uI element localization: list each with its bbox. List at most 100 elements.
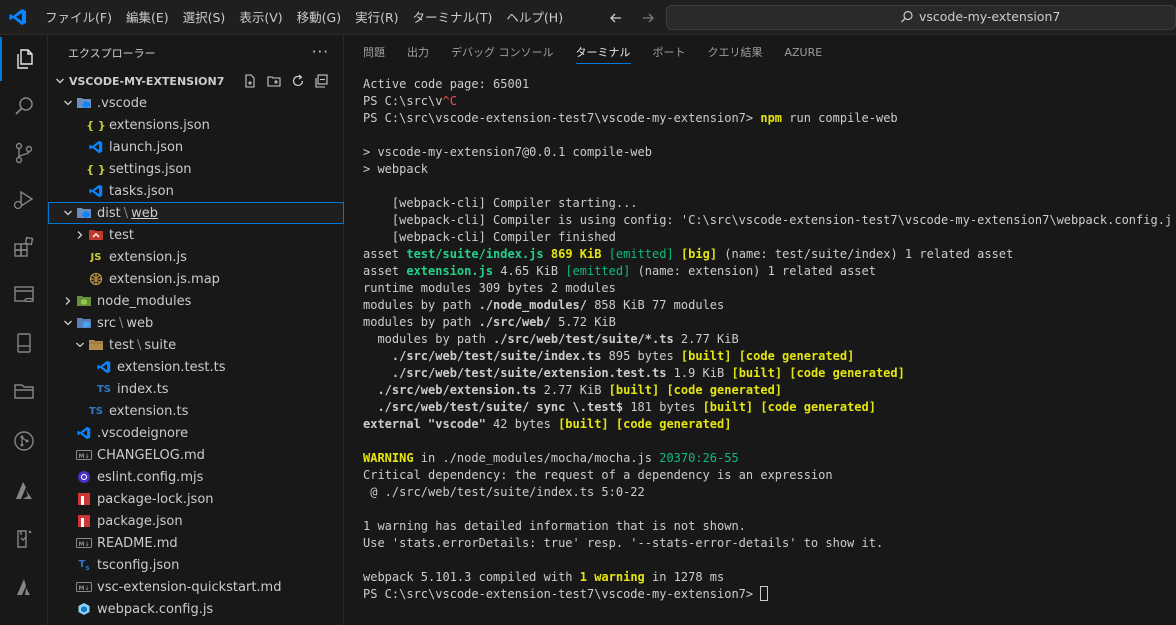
tree-item[interactable]: extension.test.ts [48, 356, 344, 378]
tree-item[interactable]: M↓ vsc-extension-quickstart.md [48, 576, 344, 598]
remote-explorer-icon[interactable] [0, 273, 48, 317]
terminal-line: modules by path ./node_modules/ 858 KiB … [363, 297, 1171, 314]
tree-item[interactable]: TS index.ts [48, 378, 344, 400]
tree-item[interactable]: JS extension.js [48, 246, 344, 268]
tree-item[interactable]: test [48, 224, 344, 246]
azure-ai-icon[interactable] [0, 565, 48, 609]
terminal-line: ./src/web/extension.ts 2.77 KiB [built] … [363, 382, 1171, 399]
new-file-icon[interactable] [242, 73, 258, 89]
terminal-line: webpack 5.101.3 compiled with 1 warning … [363, 569, 1171, 586]
tree-item[interactable]: package-lock.json [48, 488, 344, 510]
chevron-right-icon[interactable] [60, 293, 76, 309]
tree-item[interactable]: webpack.config.js [48, 598, 344, 620]
explorer-icon[interactable] [0, 37, 48, 81]
extensions-icon[interactable] [0, 225, 48, 269]
menu-item[interactable]: ヘルプ(H) [499, 0, 570, 35]
panel-tab[interactable]: 問題 [352, 35, 396, 70]
chevron-down-icon[interactable] [72, 337, 88, 353]
menu-item[interactable]: 表示(V) [232, 0, 289, 35]
chevron-right-icon[interactable] [72, 227, 88, 243]
workspace-name: VSCODE-MY-EXTENSION7 [69, 74, 225, 88]
azure-icon[interactable] [0, 469, 48, 513]
webpack-icon [76, 601, 92, 617]
folder-src-icon [76, 315, 92, 331]
terminal-text: 1.9 KiB [666, 366, 732, 380]
search-icon [901, 10, 913, 22]
terminal-text: 2.77 KiB [673, 332, 739, 346]
tree-item[interactable]: launch.json [48, 136, 344, 158]
tree-item[interactable]: dist \ web [48, 202, 344, 224]
workspace-section-header[interactable]: VSCODE-MY-EXTENSION7 [48, 70, 344, 92]
test-icon[interactable] [0, 517, 48, 561]
tree-item[interactable]: package.json [48, 510, 344, 532]
terminal-line: 1 warning has detailed information that … [363, 518, 1171, 535]
folder-test-icon [88, 227, 104, 243]
md-icon: M↓ [76, 579, 92, 595]
terminal-output[interactable]: Active code page: 65001 PS C:\src\v^C PS C… [363, 76, 1171, 603]
panel-tab[interactable]: デバッグ コンソール [440, 35, 565, 70]
collapse-all-icon[interactable] [314, 73, 330, 89]
navigation-arrows [606, 8, 658, 28]
menu-item[interactable]: 選択(S) [176, 0, 233, 35]
terminal-line: modules by path ./src/web/ 5.72 KiB [363, 314, 1171, 331]
tree-item-label-sub: web [126, 315, 154, 331]
panel-tab[interactable]: 出力 [396, 35, 440, 70]
forward-arrow-icon[interactable] [638, 8, 658, 28]
tree-item[interactable]: test \ suite [48, 334, 344, 356]
menu-item[interactable]: 実行(R) [348, 0, 405, 35]
terminal-line: @ ./src/web/test/suite/index.ts 5:0-22 [363, 484, 1171, 501]
run-debug-icon[interactable] [0, 178, 48, 222]
tree-item[interactable]: M↓ CHANGELOG.md [48, 444, 344, 466]
menu-item[interactable]: ターミナル(T) [406, 0, 500, 35]
tree-item[interactable]: src \ web [48, 312, 344, 334]
tree-item-label: launch.json [109, 139, 184, 155]
menu-item[interactable]: ファイル(F) [38, 0, 119, 35]
chevron-down-icon[interactable] [60, 315, 76, 331]
tree-item[interactable]: .vscodeignore [48, 422, 344, 444]
tree-item[interactable]: M↓ README.md [48, 532, 344, 554]
tree-item-label: extension.ts [109, 403, 189, 419]
panel-tab[interactable]: ターミナル [565, 35, 642, 70]
tree-item[interactable]: { } extensions.json [48, 114, 344, 136]
more-actions-icon[interactable]: ··· [312, 43, 329, 61]
tree-item-label: webpack.config.js [97, 601, 214, 617]
panel-tab[interactable]: クエリ結果 [697, 35, 774, 70]
chevron-down-icon[interactable] [60, 95, 76, 111]
folder-icon[interactable] [0, 369, 48, 413]
source-control-icon[interactable] [0, 131, 48, 175]
chevron-down-icon[interactable] [60, 205, 76, 221]
tree-item[interactable]: node_modules [48, 290, 344, 312]
tree-item[interactable]: .vscode [48, 92, 344, 114]
terminal-text: 858 KiB 77 modules [586, 298, 725, 312]
tree-item[interactable]: eslint.config.mjs [48, 466, 344, 488]
search-icon[interactable] [0, 84, 48, 128]
tree-item[interactable]: TS extension.ts [48, 400, 344, 422]
terminal-line: asset test/suite/index.js 869 KiB [emitt… [363, 246, 1171, 263]
terminal-text: webpack 5.101.3 compiled with [363, 570, 580, 584]
terminal-text: asset [363, 264, 407, 278]
tree-item-label: package.json [97, 513, 183, 529]
tree-item[interactable]: tasks.json [48, 180, 344, 202]
panel-tab[interactable]: AZURE [774, 35, 834, 70]
terminal-text: ./src/web/test/suite/*.ts [493, 332, 674, 346]
github-icon[interactable] [0, 419, 48, 463]
menu-item[interactable]: 移動(G) [290, 0, 348, 35]
database-icon[interactable] [0, 321, 48, 365]
terminal-text: [emitted] [565, 264, 631, 278]
terminal-text: 42 bytes [485, 417, 559, 431]
vscode-logo-icon[interactable] [9, 8, 27, 26]
back-arrow-icon[interactable] [606, 8, 626, 28]
explorer-title: エクスプローラー [68, 46, 156, 60]
menu-item[interactable]: 編集(E) [119, 0, 176, 35]
terminal-text: 1 warning [579, 570, 645, 584]
command-center[interactable]: vscode-my-extension7 [666, 5, 1176, 30]
tree-item[interactable]: Ts tsconfig.json [48, 554, 344, 576]
refresh-icon[interactable] [290, 73, 306, 89]
tree-item[interactable]: { } settings.json [48, 158, 344, 180]
new-folder-icon[interactable] [266, 73, 282, 89]
tree-item[interactable]: extension.js.map [48, 268, 344, 290]
panel-tab[interactable]: ポート [642, 35, 697, 70]
